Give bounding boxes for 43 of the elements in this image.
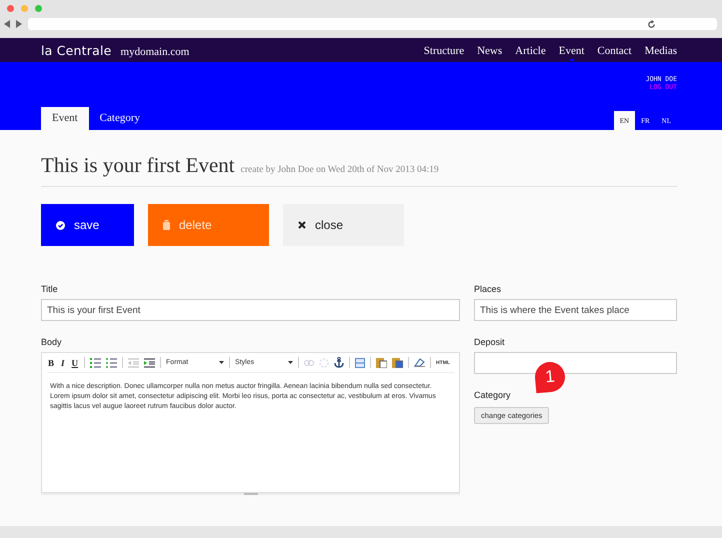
tab[interactable]: Event <box>41 107 89 130</box>
site-domain[interactable]: mydomain.com <box>120 46 190 58</box>
save-button[interactable]: save <box>41 204 134 246</box>
bold-button[interactable]: B <box>47 358 56 368</box>
field-label: Title <box>41 284 59 294</box>
anchor-icon[interactable] <box>334 357 344 368</box>
check-circle-icon <box>56 220 65 230</box>
rich-text-editor[interactable] <box>41 352 460 493</box>
title-input[interactable]: This is your first Event <box>41 299 460 321</box>
zoom-dot-icon[interactable] <box>35 5 42 12</box>
creation-info: create by John Doe on Wed 20th of Nov 2013 04:19 <box>240 165 439 175</box>
page-title: This is your first Event <box>41 153 235 178</box>
eraser-icon[interactable] <box>414 358 426 367</box>
field-label: Places <box>474 284 502 294</box>
nav-link[interactable]: Medias <box>644 44 677 60</box>
paste-word-icon[interactable] <box>392 357 404 368</box>
nav-link[interactable]: Contact <box>597 44 632 60</box>
indent-icon[interactable] <box>144 358 156 368</box>
underline-button[interactable]: U <box>70 358 80 368</box>
field-label: Deposit <box>474 337 506 347</box>
trash-icon <box>163 220 170 230</box>
nav-link[interactable]: Article <box>515 44 546 60</box>
minimize-dot-icon[interactable] <box>21 5 28 12</box>
nav-link[interactable]: News <box>477 44 502 60</box>
close-button[interactable]: close <box>283 204 404 246</box>
nav-link[interactable]: Event <box>558 44 584 60</box>
close-icon <box>298 221 306 229</box>
nav-link[interactable]: Structure <box>424 44 464 60</box>
reload-icon[interactable] <box>647 20 656 28</box>
numbered-list-icon[interactable] <box>106 358 118 368</box>
caret-icon <box>219 361 224 364</box>
field-label: Category <box>474 390 512 400</box>
site-logo[interactable]: la Centrale <box>41 42 112 58</box>
tab[interactable]: Category <box>88 107 151 130</box>
back-forward-icon[interactable] <box>4 20 22 28</box>
bullet-list-icon[interactable] <box>90 358 102 368</box>
paste-text-icon[interactable] <box>376 357 388 368</box>
caret-icon <box>288 361 294 364</box>
field-label: Body <box>41 337 63 347</box>
resize-handle[interactable] <box>244 493 258 495</box>
italic-button[interactable]: I <box>60 358 66 368</box>
places-input[interactable]: This is where the Event takes place <box>474 299 677 321</box>
close-dot-icon[interactable] <box>7 5 14 12</box>
